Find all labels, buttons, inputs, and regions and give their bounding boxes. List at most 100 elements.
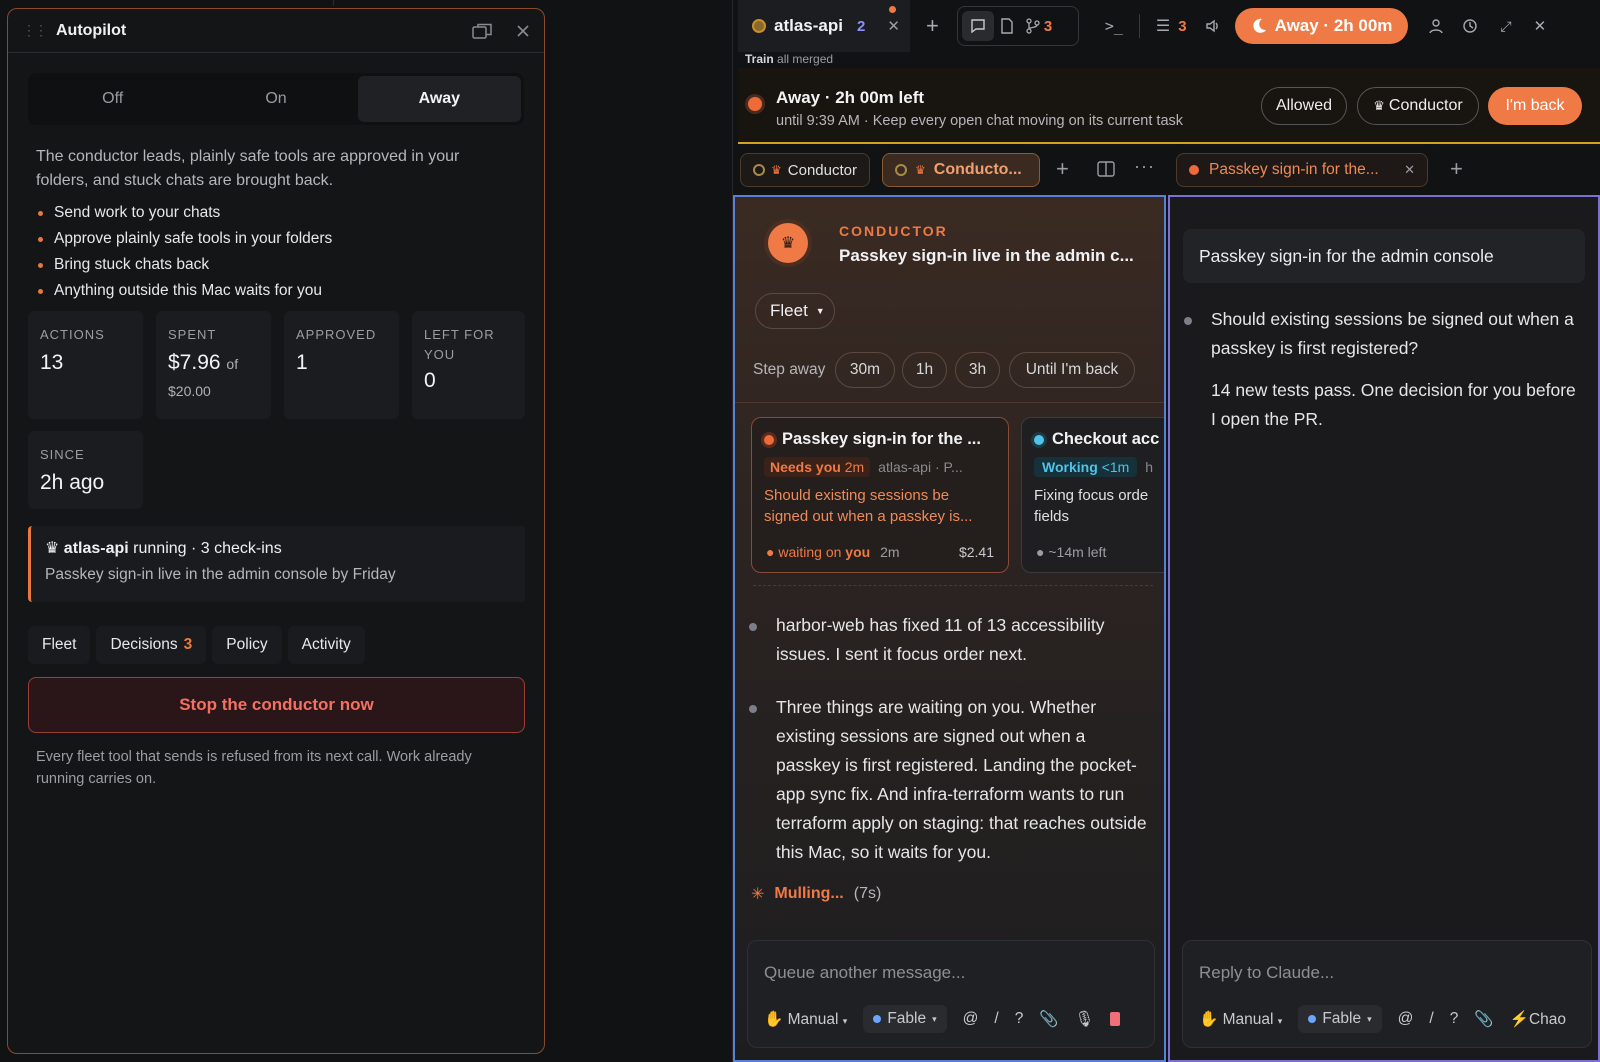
tab-conductor[interactable]: ♛ Conductor xyxy=(740,153,870,187)
history-icon[interactable] xyxy=(1462,18,1478,34)
terminal-icon[interactable]: >_ xyxy=(1105,17,1123,35)
chevron-down-icon: ▼ xyxy=(815,306,825,316)
chat-card[interactable]: Checkout acc Working <1m h Fixing focus … xyxy=(1021,417,1164,573)
expand-icon[interactable]: ⤢ xyxy=(1500,18,1511,35)
duration-3h-button[interactable]: 3h xyxy=(955,352,1000,388)
stat-label: ACTIONS xyxy=(40,327,105,342)
message-composer[interactable]: Queue another message... ✋ Manual ▾ Fabl… xyxy=(747,940,1155,1048)
tab-atlas-api[interactable]: atlas-api 2 ✕ xyxy=(738,0,910,52)
tab-passkey-chat[interactable]: Passkey sign-in for the... ✕ xyxy=(1176,153,1428,187)
message-bullet xyxy=(749,705,757,713)
duration-1h-button[interactable]: 1h xyxy=(902,352,947,388)
stat-value: 0 xyxy=(424,369,436,392)
stat-actions: ACTIONS 13 xyxy=(28,311,143,419)
mode-on[interactable]: On xyxy=(194,76,357,122)
divider xyxy=(333,0,334,6)
model-dropdown[interactable]: Fable ▾ xyxy=(863,1005,947,1033)
new-tab-icon[interactable]: + xyxy=(926,13,939,39)
task-list-button[interactable]: ☰ 3 xyxy=(1156,16,1187,36)
autopilot-tabs: Fleet Decisions 3 Policy Activity xyxy=(28,626,365,664)
step-away-label: Step away xyxy=(753,361,826,378)
tab-conductor-active[interactable]: ♛ Conducto... xyxy=(882,153,1040,187)
slash-command-icon[interactable]: / xyxy=(1429,1010,1433,1028)
tab-decisions[interactable]: Decisions 3 xyxy=(96,626,207,664)
add-tab-icon[interactable]: + xyxy=(1450,156,1463,182)
top-bar: atlas-api 2 ✕ + 3 >_ ☰ 3 Away · 2h 00m ⤢ … xyxy=(738,0,1600,52)
close-tab-icon[interactable]: ✕ xyxy=(887,17,900,35)
tab-fleet[interactable]: Fleet xyxy=(28,626,91,664)
speaker-icon[interactable] xyxy=(1205,18,1221,34)
duration-until-back-button[interactable]: Until I'm back xyxy=(1009,352,1135,388)
attach-icon[interactable]: 📎 xyxy=(1474,1010,1493,1029)
chat-view-icon[interactable] xyxy=(961,11,994,41)
duration-30m-button[interactable]: 30m xyxy=(835,352,895,388)
spent-value: $7.96 xyxy=(168,351,221,374)
model-label: Fable xyxy=(887,1010,927,1027)
conductor-label: CONDUCTOR xyxy=(839,223,948,239)
person-icon[interactable] xyxy=(1428,18,1444,34)
status-dot xyxy=(1034,434,1044,445)
close-tab-icon[interactable]: ✕ xyxy=(1404,162,1415,178)
drag-handle-icon[interactable]: ⋮⋮ xyxy=(22,22,48,39)
tab-policy[interactable]: Policy xyxy=(212,626,282,664)
mode-dropdown[interactable]: ✋ Manual ▾ xyxy=(764,1010,847,1029)
stop-conductor-button[interactable]: Stop the conductor now xyxy=(28,677,525,733)
away-status-button[interactable]: Away · 2h 00m xyxy=(1234,8,1409,44)
away-subtitle: until 9:39 AM · Keep every open chat mov… xyxy=(776,113,1184,129)
mention-icon[interactable]: @ xyxy=(1398,1010,1414,1028)
divider xyxy=(1138,14,1140,38)
view-switcher: 3 xyxy=(956,6,1079,46)
chat-card[interactable]: Passkey sign-in for the ... Needs you 2m… xyxy=(751,417,1009,573)
chaos-toggle[interactable]: ⚡Chao xyxy=(1510,1010,1566,1029)
attach-icon[interactable]: 📎 xyxy=(1039,1010,1058,1029)
help-icon[interactable]: ? xyxy=(1015,1010,1024,1028)
spinner-icon xyxy=(753,164,765,176)
help-icon[interactable]: ? xyxy=(1450,1010,1459,1028)
composer-placeholder: Reply to Claude... xyxy=(1199,963,1335,982)
stop-icon[interactable] xyxy=(1110,1012,1121,1026)
spent-of: of xyxy=(226,356,239,372)
branch-icon xyxy=(1026,18,1040,34)
running-conductor-card[interactable]: ♛ atlas-api running · 3 check-ins Passke… xyxy=(28,526,525,602)
fleet-dropdown[interactable]: Fleet ▼ xyxy=(755,293,835,329)
add-tab-icon[interactable]: + xyxy=(1056,156,1069,182)
assistant-message: Should existing sessions be signed out w… xyxy=(1211,309,1574,358)
mic-icon[interactable]: 🎙 xyxy=(1075,1010,1095,1029)
tab-activity[interactable]: Activity xyxy=(287,626,365,664)
more-icon[interactable]: ··· xyxy=(1134,156,1155,177)
stat-label: LEFT FOR YOU xyxy=(424,327,495,362)
close-window-icon[interactable]: ✕ xyxy=(1534,17,1547,35)
allowed-button[interactable]: Allowed xyxy=(1261,87,1347,125)
mention-icon[interactable]: @ xyxy=(963,1010,979,1028)
extra-label: Chao xyxy=(1528,1010,1566,1028)
mode-away[interactable]: Away xyxy=(357,76,521,122)
mode-description: The conductor leads, plainly safe tools … xyxy=(36,148,460,189)
im-back-button[interactable]: I'm back xyxy=(1488,87,1582,125)
slash-command-icon[interactable]: / xyxy=(994,1010,998,1028)
stat-value: 13 xyxy=(40,351,64,374)
bullet-item: Send work to your chats xyxy=(36,200,516,226)
mode-off[interactable]: Off xyxy=(31,76,194,122)
message-bullet xyxy=(749,623,757,631)
stat-approved: APPROVED 1 xyxy=(284,311,399,419)
reply-composer[interactable]: Reply to Claude... ✋ Manual ▾ Fable ▾ @ /… xyxy=(1182,940,1592,1048)
running-repo: atlas-api xyxy=(63,540,129,557)
file-view-icon[interactable] xyxy=(1000,18,1014,34)
close-icon[interactable] xyxy=(516,24,530,38)
conductor-button[interactable]: ♛ Conductor xyxy=(1357,87,1479,125)
popout-icon[interactable] xyxy=(472,23,492,39)
stat-value: 2h ago xyxy=(40,471,105,494)
model-dot xyxy=(873,1015,882,1023)
autopilot-header: ⋮⋮ Autopilot xyxy=(8,9,544,53)
chat-pane: Passkey sign-in for the admin console Sh… xyxy=(1168,195,1600,1062)
branch-button[interactable]: 3 xyxy=(1026,18,1052,35)
stat-label: SINCE xyxy=(40,447,85,462)
branch-count: 3 xyxy=(1043,17,1053,35)
stat-left-for-you: LEFT FOR YOU 0 xyxy=(412,311,525,419)
split-view-icon[interactable] xyxy=(1097,161,1115,177)
mode-dropdown[interactable]: ✋ Manual ▾ xyxy=(1199,1010,1282,1029)
badge-label: Needs you xyxy=(770,459,841,475)
status-dot xyxy=(1189,165,1199,175)
model-dropdown[interactable]: Fable ▾ xyxy=(1298,1005,1382,1033)
pane-tab-bar: ♛ Conductor ♛ Conducto... + ··· Passkey … xyxy=(738,146,1600,194)
